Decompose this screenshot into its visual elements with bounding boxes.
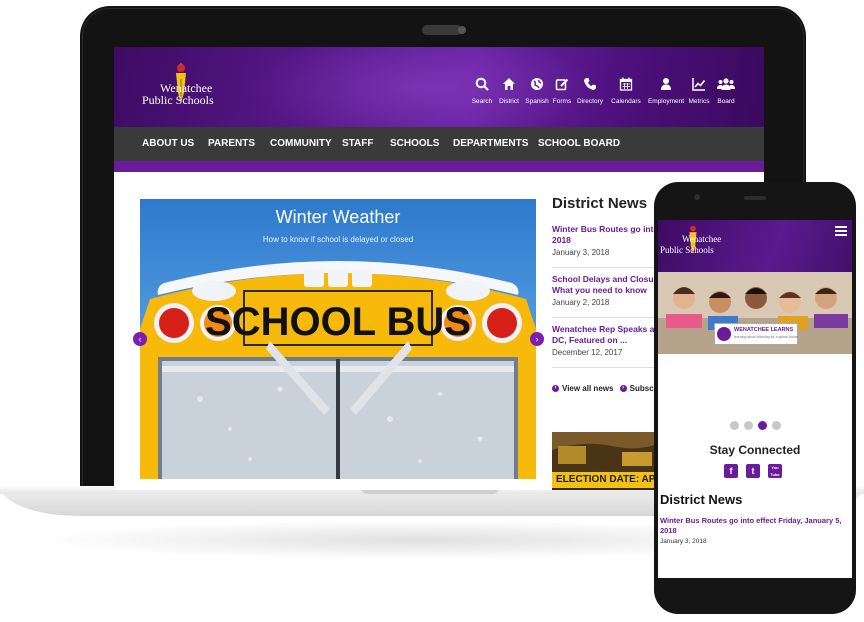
facebook-icon[interactable]: f bbox=[724, 464, 738, 478]
twitter-icon[interactable]: t bbox=[746, 464, 760, 478]
carousel-dot[interactable] bbox=[744, 421, 753, 430]
nav-schools[interactable]: SCHOOLS bbox=[390, 127, 439, 161]
bus-sign-text: SCHOOL BUS bbox=[205, 300, 471, 344]
nav-accent-bar bbox=[114, 161, 764, 172]
util-district[interactable]: District bbox=[497, 77, 521, 105]
mobile-header: Wenatchee Public Schools bbox=[658, 220, 852, 272]
hamburger-menu-icon[interactable] bbox=[835, 224, 847, 236]
carousel-dot[interactable] bbox=[772, 421, 781, 430]
util-search[interactable]: Search bbox=[470, 77, 494, 105]
util-metrics[interactable]: Metrics bbox=[687, 77, 711, 105]
nav-school-board[interactable]: SCHOOL BOARD bbox=[538, 127, 620, 161]
youtube-icon[interactable]: You Tube bbox=[768, 464, 782, 478]
util-label: Search bbox=[471, 98, 493, 105]
util-label: Calendars bbox=[611, 98, 641, 105]
nav-about-us[interactable]: ABOUT US bbox=[142, 127, 194, 161]
util-board[interactable]: Board bbox=[713, 77, 739, 105]
stay-connected-heading: Stay Connected bbox=[709, 443, 801, 457]
util-label: District bbox=[499, 98, 519, 105]
wl-logo-icon bbox=[717, 327, 731, 341]
laptop-camera-housing bbox=[422, 25, 462, 35]
carousel-dot-active[interactable] bbox=[758, 421, 767, 430]
election-text: ELECTION DATE: APRIL bbox=[556, 474, 662, 485]
util-spanish[interactable]: Spanish bbox=[525, 77, 549, 105]
hero-carousel-slide[interactable]: SCHOOL BUS Winter Weather How to know if… bbox=[140, 199, 536, 479]
phone-speaker bbox=[744, 196, 766, 200]
social-links: f t You Tube bbox=[724, 464, 784, 480]
site-header: Wenatchee Public Schools Search District… bbox=[114, 47, 764, 147]
site-logo[interactable]: Wenatchee Public Schools bbox=[142, 63, 242, 113]
mobile-news-headline[interactable]: Winter Bus Routes go into effect Friday,… bbox=[660, 516, 850, 536]
election-banner[interactable]: ELECTION DATE: APRIL bbox=[552, 432, 662, 490]
person-icon bbox=[661, 78, 671, 90]
search-icon bbox=[475, 77, 489, 91]
carousel-next-button[interactable]: › bbox=[530, 332, 544, 346]
group-icon bbox=[717, 78, 735, 90]
nav-departments[interactable]: DEPARTMENTS bbox=[453, 127, 528, 161]
mobile-news-date: January 3, 2018 bbox=[660, 538, 707, 545]
util-directory[interactable]: Directory bbox=[574, 77, 606, 105]
carousel-prev-button[interactable]: ‹ bbox=[133, 332, 147, 346]
util-label: Forms bbox=[552, 98, 572, 105]
util-forms[interactable]: Forms bbox=[552, 77, 572, 105]
home-icon bbox=[503, 78, 515, 90]
main-nav: ABOUT US PARENTS COMMUNITY STAFF SCHOOLS… bbox=[114, 127, 764, 161]
mobile-hero-photo[interactable]: WENATCHEE LEARNS learning about learning… bbox=[658, 272, 852, 354]
laptop-camera-icon bbox=[458, 26, 466, 34]
logo-line-2: Public Schools bbox=[142, 93, 214, 107]
badge-subtext: learning about learning for a global fut… bbox=[734, 335, 798, 339]
util-label: Metrics bbox=[688, 98, 710, 105]
nav-community[interactable]: COMMUNITY bbox=[270, 127, 332, 161]
utility-nav: Search District Spanish Forms Directory … bbox=[470, 77, 760, 117]
util-calendars[interactable]: Calendars bbox=[609, 77, 643, 105]
util-label: Employment bbox=[647, 98, 685, 105]
mobile-logo-line-2: Public Schools bbox=[660, 245, 714, 255]
util-label: Directory bbox=[576, 98, 603, 105]
phone-camera-icon bbox=[694, 194, 700, 200]
util-employment[interactable]: Employment bbox=[647, 77, 685, 105]
arrow-circle-icon: › bbox=[619, 385, 627, 393]
view-all-news-link[interactable]: View all news bbox=[562, 384, 613, 393]
mobile-news-title: District News bbox=[660, 492, 743, 507]
mobile-logo-line-1: Wenatchee bbox=[682, 234, 722, 244]
arrow-circle-icon: › bbox=[552, 385, 559, 393]
nav-parents[interactable]: PARENTS bbox=[208, 127, 255, 161]
election-photo bbox=[552, 432, 662, 472]
wenatchee-learns-badge: WENATCHEE LEARNS learning about learning… bbox=[714, 323, 798, 345]
phone-screen: Wenatchee Public Schools WENATCHEE LEARN… bbox=[658, 220, 852, 578]
edit-icon bbox=[555, 78, 569, 91]
carousel-dot[interactable] bbox=[730, 421, 739, 430]
hero-subtitle: How to know if school is delayed or clos… bbox=[262, 235, 414, 244]
badge-text: WENATCHEE LEARNS bbox=[734, 327, 794, 333]
phone-icon bbox=[584, 78, 596, 90]
chart-icon bbox=[692, 78, 706, 91]
phone-device: Wenatchee Public Schools WENATCHEE LEARN… bbox=[654, 182, 856, 614]
calendar-icon bbox=[619, 77, 633, 91]
hero-title: Winter Weather bbox=[275, 207, 401, 227]
nav-staff[interactable]: STAFF bbox=[342, 127, 373, 161]
util-label: Spanish bbox=[525, 98, 549, 105]
globe-icon bbox=[531, 78, 543, 90]
carousel-dots bbox=[730, 421, 786, 431]
util-label: Board bbox=[717, 98, 735, 105]
